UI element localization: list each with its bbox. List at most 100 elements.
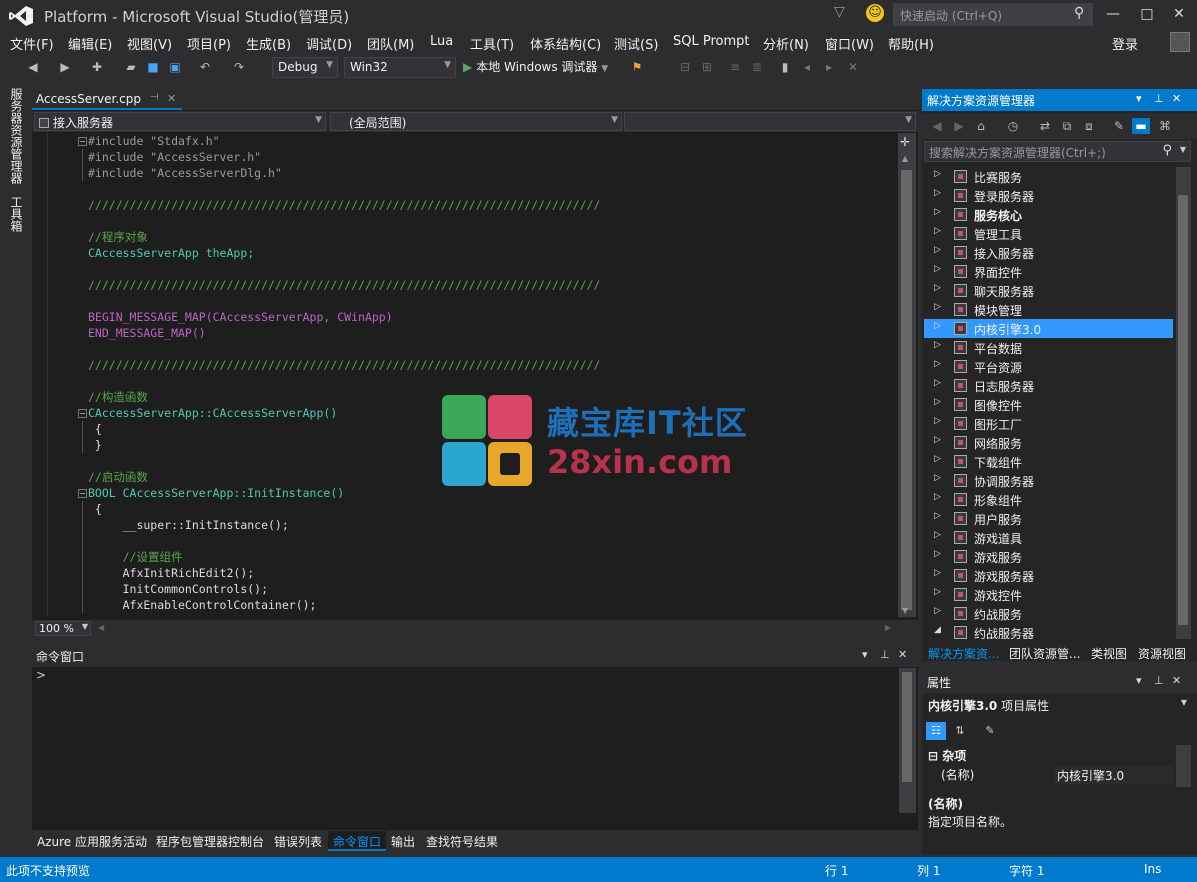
collapsed-arrow-icon[interactable]: ▷ <box>934 587 941 597</box>
global-scope-select[interactable]: (全局范围) ▼ <box>330 112 622 131</box>
save-all-icon[interactable]: ▣ <box>166 58 184 76</box>
pending-changes-icon[interactable]: ◷ <box>1004 118 1022 134</box>
menu-build[interactable]: 生成(B) <box>246 34 291 53</box>
code-line[interactable]: ////////////////////////////////////////… <box>88 277 600 293</box>
maximize-button[interactable]: □ <box>1134 3 1160 25</box>
solution-config-select[interactable]: Debug ▼ <box>272 57 338 78</box>
collapsed-arrow-icon[interactable]: ▷ <box>934 207 941 217</box>
dropdown-icon[interactable]: ▾ <box>862 648 868 661</box>
tab-accessserver-cpp[interactable]: AccessServer.cpp ⊣ ✕ <box>32 89 182 110</box>
code-line[interactable]: CAccessServerApp::CAccessServerApp() <box>88 405 337 421</box>
prev-bookmark-icon[interactable]: ◂ <box>798 58 816 76</box>
solution-tree-scroll-thumb[interactable] <box>1178 195 1188 625</box>
new-project-icon[interactable]: ✚ <box>88 58 106 76</box>
chevron-down-icon[interactable]: ▼ <box>1180 145 1186 154</box>
properties-object-select[interactable]: 内核引擎3.0 项目属性 ▼ <box>924 695 1191 715</box>
collapsed-arrow-icon[interactable]: ▷ <box>934 245 941 255</box>
show-all-files-icon[interactable]: ⧈ <box>1080 118 1098 134</box>
tab-resource-view[interactable]: 资源视图 <box>1138 645 1186 662</box>
tree-item[interactable]: ▷ 模块管理 <box>924 300 1173 319</box>
tree-item[interactable]: ▷ 网络服务 <box>924 433 1173 452</box>
menu-sql-prompt[interactable]: SQL Prompt <box>673 34 750 49</box>
tab-command-window[interactable]: 命令窗口 <box>328 831 387 851</box>
tab-team-explorer[interactable]: 团队资源管... <box>1009 645 1080 662</box>
tab-class-view[interactable]: 类视图 <box>1091 645 1127 662</box>
tree-item[interactable]: ▷ 游戏控件 <box>924 585 1173 604</box>
command-prompt[interactable]: > <box>36 668 46 682</box>
project-scope-select[interactable]: 接入服务器 ▼ <box>34 112 326 131</box>
tree-item[interactable]: ▷ 内核引擎3.0 <box>924 319 1173 338</box>
code-line[interactable]: #include "AccessServerDlg.h" <box>88 165 282 181</box>
collapsed-arrow-icon[interactable]: ▷ <box>934 340 941 350</box>
code-line[interactable]: BEGIN_MESSAGE_MAP(CAccessServerApp, CWin… <box>88 309 393 325</box>
tree-item[interactable]: ▷ 下载组件 <box>924 452 1173 471</box>
collapsed-arrow-icon[interactable]: ▷ <box>934 568 941 578</box>
collapsed-arrow-icon[interactable]: ▷ <box>934 264 941 274</box>
pin-icon[interactable]: ⊣ <box>150 92 159 103</box>
categorized-icon[interactable]: ☷ <box>926 722 946 740</box>
tree-item[interactable]: ▷ 游戏服务 <box>924 547 1173 566</box>
collapsed-arrow-icon[interactable]: ▷ <box>934 549 941 559</box>
sign-in-link[interactable]: 登录 <box>1112 34 1138 53</box>
code-line[interactable]: __super::InitInstance(); <box>88 517 289 533</box>
code-line[interactable]: //启动函数 <box>88 469 148 485</box>
tree-item[interactable]: ▷ 日志服务器 <box>924 376 1173 395</box>
property-pages-icon[interactable]: ✎ <box>980 722 1000 740</box>
undo-icon[interactable]: ↶ <box>196 58 214 76</box>
menu-tools[interactable]: 工具(T) <box>470 34 514 53</box>
editor-scroll-thumb[interactable] <box>901 170 912 610</box>
tree-item[interactable]: ▷ 登录服务器 <box>924 186 1173 205</box>
tree-item[interactable]: ▷ 游戏道具 <box>924 528 1173 547</box>
tree-item[interactable]: ▷ 接入服务器 <box>924 243 1173 262</box>
code-line[interactable]: //设置组件 <box>88 549 183 565</box>
forward-icon[interactable]: ▶ <box>56 58 74 76</box>
tab-server-explorer[interactable]: 服务器资源管理器 <box>8 88 25 184</box>
tree-item[interactable]: ◢ 约战服务器 <box>924 623 1173 639</box>
sync-icon[interactable]: ⇄ <box>1036 118 1054 134</box>
collapsed-arrow-icon[interactable]: ▷ <box>934 435 941 445</box>
forward-icon[interactable]: ▶ <box>950 118 968 134</box>
tree-item[interactable]: ▷ 游戏服务器 <box>924 566 1173 585</box>
code-line[interactable]: #include "Stdafx.h" <box>88 133 220 149</box>
close-icon[interactable]: ✕ <box>1172 92 1181 105</box>
scroll-left-icon[interactable]: ◀ <box>98 623 104 632</box>
back-icon[interactable]: ◀ <box>24 58 42 76</box>
code-line[interactable]: //构造函数 <box>88 389 148 405</box>
close-window-button[interactable]: ✕ <box>1166 3 1192 25</box>
code-line[interactable]: AfxInitRichEdit2(); <box>88 565 255 581</box>
class-diagram-icon[interactable]: ⌘ <box>1156 118 1174 134</box>
open-file-icon[interactable]: ▰ <box>122 58 140 76</box>
zoom-select[interactable]: 100 % ▼ <box>35 621 91 636</box>
quick-launch-input[interactable]: 快速启动 (Ctrl+Q) <box>893 3 1093 26</box>
menu-architecture[interactable]: 体系结构(C) <box>530 34 601 53</box>
properties-wrench-icon[interactable]: ✎ <box>1110 118 1128 134</box>
property-category[interactable]: ⊟ 杂项 <box>928 747 966 764</box>
pin-icon[interactable]: ⊥ <box>1154 674 1164 687</box>
menu-view[interactable]: 视图(V) <box>127 34 172 53</box>
collapsed-arrow-icon[interactable]: ▷ <box>934 397 941 407</box>
code-area[interactable]: #include "Stdafx.h" #include "AccessServe… <box>48 133 898 617</box>
solution-search-input[interactable]: 搜索解决方案资源管理器(Ctrl+;) ⚲ ▼ <box>924 141 1191 162</box>
collapsed-arrow-icon[interactable]: ▷ <box>934 416 941 426</box>
scroll-down-icon[interactable]: ▼ <box>902 606 908 615</box>
tree-item[interactable]: ▷ 协调服务器 <box>924 471 1173 490</box>
tab-find-symbol-results[interactable]: 查找符号结果 <box>421 831 503 851</box>
minimize-button[interactable]: — <box>1100 3 1126 25</box>
collapsed-arrow-icon[interactable]: ▷ <box>934 530 941 540</box>
collapsed-arrow-icon[interactable]: ▷ <box>934 283 941 293</box>
property-grid-scrollbar[interactable] <box>1176 745 1191 787</box>
collapsed-arrow-icon[interactable]: ▷ <box>934 473 941 483</box>
find-in-files-icon[interactable]: ⚑ <box>628 58 646 76</box>
comment-icon[interactable]: ≡ <box>726 58 744 76</box>
menu-help[interactable]: 帮助(H) <box>888 34 934 53</box>
collapsed-arrow-icon[interactable]: ▷ <box>934 492 941 502</box>
preview-selected-icon[interactable]: ▬ <box>1132 118 1150 134</box>
platform-select[interactable]: Win32 ▼ <box>344 57 456 78</box>
code-line[interactable]: END_MESSAGE_MAP() <box>88 325 206 341</box>
scroll-right-icon[interactable]: ▶ <box>885 623 891 632</box>
feedback-smiley-icon[interactable]: ☺ <box>866 4 884 22</box>
code-line[interactable]: BOOL CAccessServerApp::InitInstance() <box>88 485 344 501</box>
tab-package-manager-console[interactable]: 程序包管理器控制台 <box>151 831 269 851</box>
close-icon[interactable]: ✕ <box>1172 674 1181 687</box>
tab-toolbox[interactable]: 工具箱 <box>8 196 25 232</box>
